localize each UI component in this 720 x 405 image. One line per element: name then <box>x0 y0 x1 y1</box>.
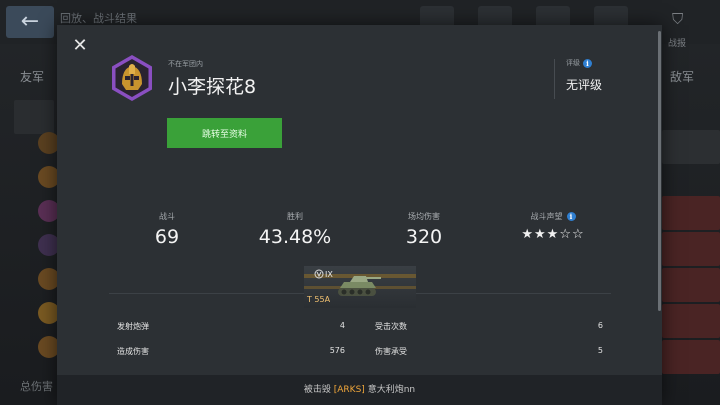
prestige-stars: ★★★☆☆ <box>521 227 585 242</box>
stat-value: 43.48% <box>258 226 332 248</box>
stat-label: 战斗声望 <box>530 211 563 221</box>
enemy-row[interactable] <box>662 232 720 266</box>
rating-label-group: 评级 i <box>566 58 592 68</box>
detail-row: 受击次数 6 <box>375 321 603 335</box>
detail-label: 发射炮弹 <box>117 322 149 331</box>
stat-battles: 战斗 69 <box>107 210 227 249</box>
tank-icon <box>338 276 381 296</box>
back-arrow-icon[interactable]: ← <box>6 6 54 38</box>
detail-value: 5 <box>597 346 603 355</box>
total-damage-label: 总伤害 <box>20 380 53 393</box>
tank-card[interactable]: IX T 55A <box>304 266 416 308</box>
enemy-row[interactable] <box>662 196 720 230</box>
detail-row: 造成伤害 576 <box>117 346 345 360</box>
background-right-top-label: 战报 <box>668 39 687 49</box>
killer-clan-tag: [ARKS] <box>333 385 365 395</box>
ally-row[interactable] <box>14 100 54 134</box>
player-profile-dialog: ✕ 不在军团内 小李探花8 评级 i 无评级 跳转至资料 战斗 69 胜利 43… <box>57 25 662 405</box>
info-icon[interactable]: i <box>583 58 592 68</box>
rating-value: 无评级 <box>566 78 603 92</box>
background-title: 回放、战斗结果 <box>60 12 137 25</box>
destroyed-by-label: 被击毁 <box>303 385 331 395</box>
detail-value: 4 <box>339 321 345 330</box>
tank-tier: IX <box>314 269 333 279</box>
ally-team-label: 友军 <box>20 70 45 84</box>
detail-label: 伤害承受 <box>375 347 407 356</box>
tank-name: T 55A <box>307 295 331 304</box>
rating-label: 评级 <box>566 59 580 67</box>
avatar[interactable] <box>108 54 156 102</box>
detail-row: 伤害承受 5 <box>375 346 603 360</box>
stat-label: 胜利 <box>287 211 303 221</box>
stat-value: 69 <box>154 226 180 248</box>
divider <box>554 59 555 99</box>
destroyed-by-footer: 被击毁 [ARKS] 意大利炮nn <box>57 375 662 405</box>
killer-name: 意大利炮nn <box>367 385 416 395</box>
enemy-team-label: 敌军 <box>670 70 695 84</box>
info-icon[interactable]: i <box>566 211 576 221</box>
stat-prestige: 战斗声望 i ★★★☆☆ <box>493 210 613 242</box>
close-icon[interactable]: ✕ <box>71 37 89 55</box>
tier-emblem-icon <box>314 269 324 279</box>
tank-tier-value: IX <box>325 269 333 279</box>
stat-label: 场均伤害 <box>408 211 440 221</box>
detail-value: 576 <box>329 346 345 355</box>
enemy-row[interactable] <box>662 340 720 374</box>
detail-row: 发射炮弹 4 <box>117 321 345 335</box>
enemy-row[interactable] <box>662 130 720 164</box>
detail-value: 6 <box>597 321 603 330</box>
player-name: 小李探花8 <box>168 76 257 98</box>
clan-status: 不在军团内 <box>168 60 203 68</box>
enemy-row[interactable] <box>662 268 720 302</box>
scrollbar[interactable] <box>658 31 661 311</box>
goto-profile-button[interactable]: 跳转至资料 <box>167 118 282 148</box>
enemy-row[interactable] <box>662 304 720 338</box>
stat-label: 战斗 <box>159 211 175 221</box>
stat-value: 320 <box>405 226 443 248</box>
medal-icon: ⛉ <box>672 10 684 28</box>
stat-wins: 胜利 43.48% <box>235 210 355 249</box>
stat-avg-damage: 场均伤害 320 <box>364 210 484 249</box>
detail-label: 造成伤害 <box>117 347 149 356</box>
detail-label: 受击次数 <box>375 322 407 331</box>
